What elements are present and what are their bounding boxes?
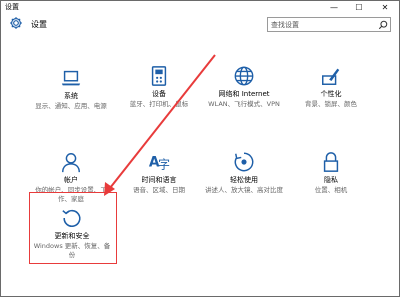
tile-time-language-desc: 语音、区域、日期 bbox=[133, 186, 185, 194]
tile-time-language[interactable]: A 字 时间和语言 语音、区域、日期 bbox=[119, 151, 199, 195]
page-title: 设置 bbox=[31, 20, 47, 29]
tile-system-name: 系统 bbox=[64, 92, 78, 100]
brush-icon bbox=[322, 68, 340, 85]
tile-network[interactable]: 网络和 Internet WLAN、飞行模式、VPN bbox=[204, 65, 284, 109]
tile-time-language-name: 时间和语言 bbox=[141, 176, 177, 184]
tile-devices[interactable]: 设备 蓝牙、打印机、鼠标 bbox=[119, 65, 199, 109]
tile-network-name: 网络和 Internet bbox=[218, 90, 270, 98]
devices-icon bbox=[151, 66, 167, 86]
search-input[interactable] bbox=[271, 19, 376, 30]
tile-ease-of-access-desc: 讲述人、放大镜、高对比度 bbox=[205, 186, 283, 194]
tile-network-desc: WLAN、飞行模式、VPN bbox=[208, 100, 280, 108]
title-bar: 设置 — ☐ ✕ bbox=[1, 1, 399, 14]
annotation-highlight-box bbox=[29, 192, 117, 264]
tile-accounts-name: 帐户 bbox=[64, 176, 78, 184]
settings-window: 设置 — ☐ ✕ 设置 系统 显示、通知、应用、电源 bbox=[0, 0, 400, 297]
tile-system[interactable]: 系统 显示、通知、应用、电源 bbox=[31, 67, 111, 111]
tile-devices-name: 设备 bbox=[152, 90, 166, 98]
tile-ease-of-access[interactable]: 轻松使用 讲述人、放大镜、高对比度 bbox=[204, 151, 284, 195]
tile-privacy-desc: 位置、相机 bbox=[314, 186, 348, 194]
laptop-icon bbox=[61, 70, 81, 86]
lock-icon bbox=[323, 152, 339, 172]
gear-icon bbox=[10, 17, 22, 29]
close-button[interactable]: ✕ bbox=[374, 1, 396, 14]
minimize-button[interactable]: — bbox=[323, 1, 345, 14]
tile-ease-of-access-name: 轻松使用 bbox=[230, 176, 258, 184]
tile-personalization[interactable]: 个性化 背景、锁屏、颜色 bbox=[291, 65, 371, 109]
time-language-icon: A 字 bbox=[149, 155, 170, 172]
globe-icon bbox=[234, 66, 254, 86]
ease-of-access-icon bbox=[234, 152, 254, 172]
maximize-button[interactable]: ☐ bbox=[348, 1, 370, 14]
search-box[interactable] bbox=[267, 17, 391, 32]
window-title: 设置 bbox=[5, 3, 19, 11]
search-icon bbox=[378, 20, 388, 30]
tile-personalization-desc: 背景、锁屏、颜色 bbox=[305, 100, 357, 108]
tile-privacy-name: 隐私 bbox=[324, 176, 338, 184]
svg-text:字: 字 bbox=[158, 157, 170, 171]
tile-system-desc: 显示、通知、应用、电源 bbox=[35, 102, 107, 110]
tile-devices-desc: 蓝牙、打印机、鼠标 bbox=[129, 100, 189, 108]
tile-privacy[interactable]: 隐私 位置、相机 bbox=[291, 151, 371, 195]
person-icon bbox=[62, 153, 80, 173]
tile-personalization-name: 个性化 bbox=[320, 90, 342, 98]
